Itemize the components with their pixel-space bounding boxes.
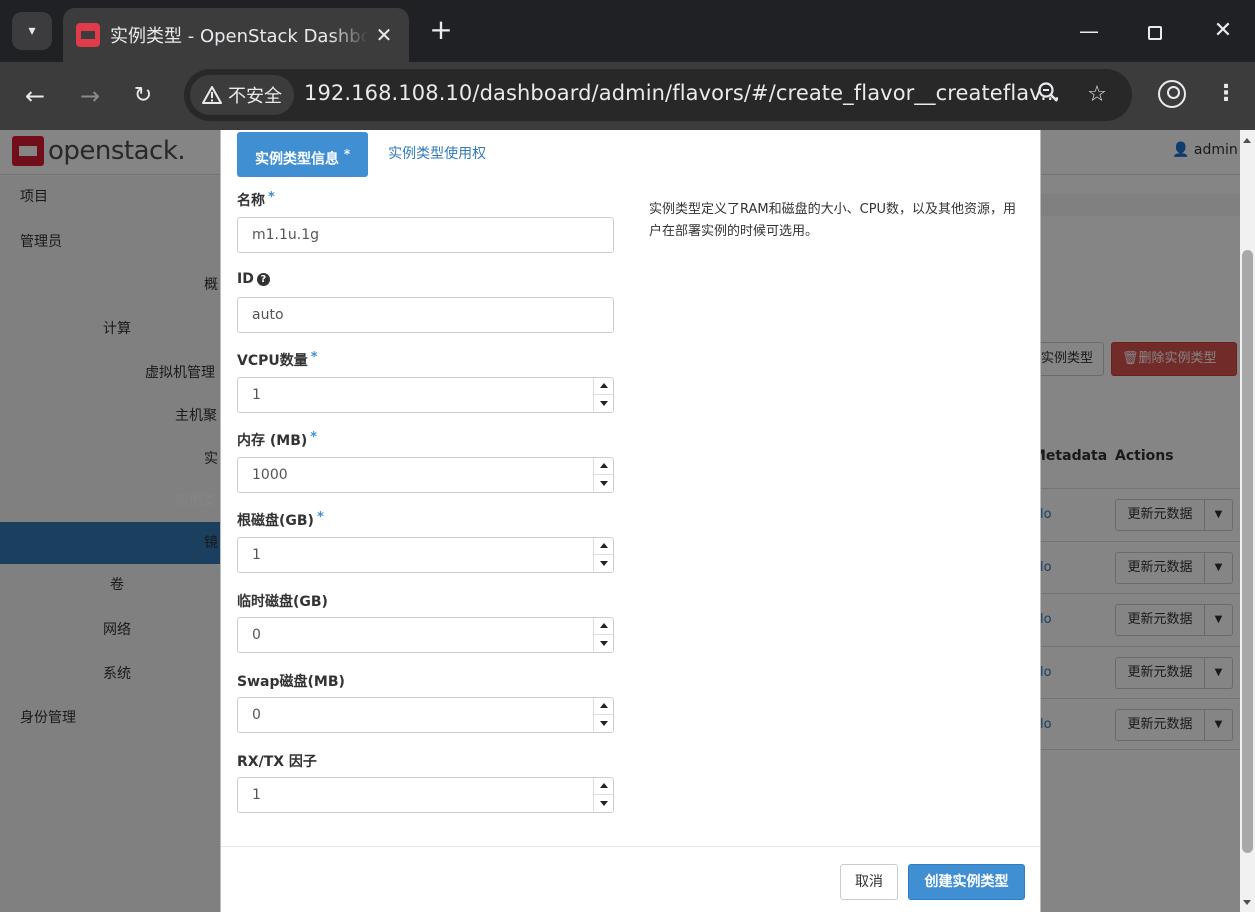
name-input[interactable]: m1.1u.1g <box>237 217 614 253</box>
spin-down-arrow-icon[interactable] <box>594 715 614 732</box>
disk-input[interactable]: 1 <box>237 537 614 573</box>
vcpus-spinner <box>593 378 614 412</box>
forward-icon[interactable]: → <box>74 80 106 112</box>
tab-search-button[interactable]: ▾ <box>12 12 52 50</box>
browser-tab-bar: ▾ 实例类型 - OpenStack Dashboard ✕ + — ✕ <box>0 0 1255 62</box>
name-label-text: 名称 <box>237 193 265 209</box>
ram-label-text: 内存 (MB) <box>237 433 308 449</box>
url-text[interactable]: 192.168.108.10/dashboard/admin/flavors/#… <box>304 81 1060 105</box>
id-label: ID? <box>237 271 270 287</box>
create-flavor-dialog: 实例类型信息 * 实例类型使用权 名称 * m1.1u.1g ID? auto V… <box>220 130 1041 912</box>
reload-icon[interactable]: ↻ <box>127 80 159 112</box>
spin-up-arrow-icon[interactable] <box>594 538 614 555</box>
scroll-up-arrow-icon[interactable] <box>1243 138 1251 143</box>
id-label-text: ID <box>237 271 254 287</box>
spin-up-arrow-icon[interactable] <box>594 778 614 795</box>
required-mark: * <box>316 510 324 525</box>
security-chip[interactable]: 不安全 <box>190 75 294 115</box>
page-scrollbar[interactable] <box>1240 130 1255 912</box>
vcpus-value: 1 <box>252 387 261 403</box>
rxtx-input[interactable]: 1 <box>237 777 614 813</box>
cancel-button[interactable]: 取消 <box>840 864 898 900</box>
close-tab-icon[interactable]: ✕ <box>372 23 396 47</box>
swap-label: Swap磁盘(MB) <box>237 674 345 690</box>
ram-input[interactable]: 1000 <box>237 457 614 493</box>
disk-spinner <box>593 538 614 572</box>
tab-flavor-info[interactable]: 实例类型信息 * <box>237 132 369 177</box>
ephemeral-label: 临时磁盘(GB) <box>237 594 328 610</box>
chevron-down-icon: ▾ <box>28 23 36 39</box>
dashboard-page: openstack. 👤 admin 项目 管理员 概 计算 虚拟机管理 主机聚… <box>0 130 1255 912</box>
spin-up-arrow-icon[interactable] <box>594 618 614 635</box>
bookmark-star-icon[interactable]: ☆ <box>1083 81 1111 109</box>
id-input[interactable]: auto <box>237 297 614 333</box>
browser-toolbar: ← → ↻ 不安全 192.168.108.10/dashboard/admin… <box>0 62 1255 130</box>
vcpus-label-text: VCPU数量 <box>237 353 308 369</box>
maximize-icon[interactable] <box>1141 16 1169 46</box>
vcpus-label: VCPU数量 * <box>237 350 318 370</box>
create-flavor-submit-button[interactable]: 创建实例类型 <box>908 864 1025 900</box>
browser-tab[interactable]: 实例类型 - OpenStack Dashboard ✕ <box>63 8 409 62</box>
address-bar[interactable]: 不安全 192.168.108.10/dashboard/admin/flavo… <box>184 69 1132 121</box>
openstack-favicon-icon <box>76 23 100 47</box>
name-label: 名称 * <box>237 190 275 210</box>
ephemeral-input[interactable]: 0 <box>237 617 614 653</box>
scroll-down-arrow-icon[interactable] <box>1243 900 1251 905</box>
new-tab-button[interactable]: + <box>425 14 457 46</box>
back-icon[interactable]: ← <box>19 80 51 112</box>
spin-down-arrow-icon[interactable] <box>594 475 614 492</box>
tab-flavor-access[interactable]: 实例类型使用权 <box>368 132 506 177</box>
zoom-icon[interactable] <box>1034 81 1062 111</box>
required-mark: * <box>310 430 318 445</box>
security-label: 不安全 <box>228 86 282 107</box>
tab-required-mark: * <box>343 147 351 161</box>
question-circle-icon[interactable]: ? <box>256 273 270 286</box>
profile-icon[interactable] <box>1158 80 1186 108</box>
disk-label: 根磁盘(GB) * <box>237 510 324 530</box>
flavor-help-text: 实例类型定义了RAM和磁盘的大小、CPU数，以及其他资源，用户在部署实例的时候可… <box>649 202 1017 239</box>
ram-value: 1000 <box>252 467 288 483</box>
swap-value: 0 <box>252 707 261 723</box>
spin-down-arrow-icon[interactable] <box>594 795 614 812</box>
spin-up-arrow-icon[interactable] <box>594 378 614 395</box>
scrollbar-thumb[interactable] <box>1242 250 1253 853</box>
spin-up-arrow-icon[interactable] <box>594 698 614 715</box>
tab-flavor-info-label: 实例类型信息 <box>255 151 339 168</box>
swap-input[interactable]: 0 <box>237 697 614 733</box>
ram-label: 内存 (MB) * <box>237 430 317 450</box>
disk-value: 1 <box>252 547 261 563</box>
ephemeral-value: 0 <box>252 627 261 643</box>
rxtx-spinner <box>593 778 614 812</box>
rxtx-value: 1 <box>252 787 261 803</box>
spin-down-arrow-icon[interactable] <box>594 395 614 412</box>
swap-spinner <box>593 698 614 732</box>
required-mark: * <box>268 190 275 205</box>
ram-spinner <box>593 458 614 492</box>
dialog-footer: 取消 创建实例类型 <box>221 846 1040 912</box>
minimize-icon[interactable]: — <box>1075 16 1103 46</box>
ephemeral-spinner <box>593 618 614 652</box>
dialog-tabs: 实例类型信息 * 实例类型使用权 <box>237 132 506 177</box>
tab-title: 实例类型 - OpenStack Dashboard <box>110 26 368 47</box>
rxtx-label: RX/TX 因子 <box>237 754 317 770</box>
spin-down-arrow-icon[interactable] <box>594 555 614 572</box>
required-mark: * <box>310 350 318 365</box>
spin-down-arrow-icon[interactable] <box>594 635 614 652</box>
disk-label-text: 根磁盘(GB) <box>237 513 314 529</box>
vcpus-input[interactable]: 1 <box>237 377 614 413</box>
more-menu-icon[interactable]: ⋮ <box>1214 80 1238 108</box>
spin-up-arrow-icon[interactable] <box>594 458 614 475</box>
close-window-icon[interactable]: ✕ <box>1209 16 1237 46</box>
warning-icon <box>202 86 222 104</box>
